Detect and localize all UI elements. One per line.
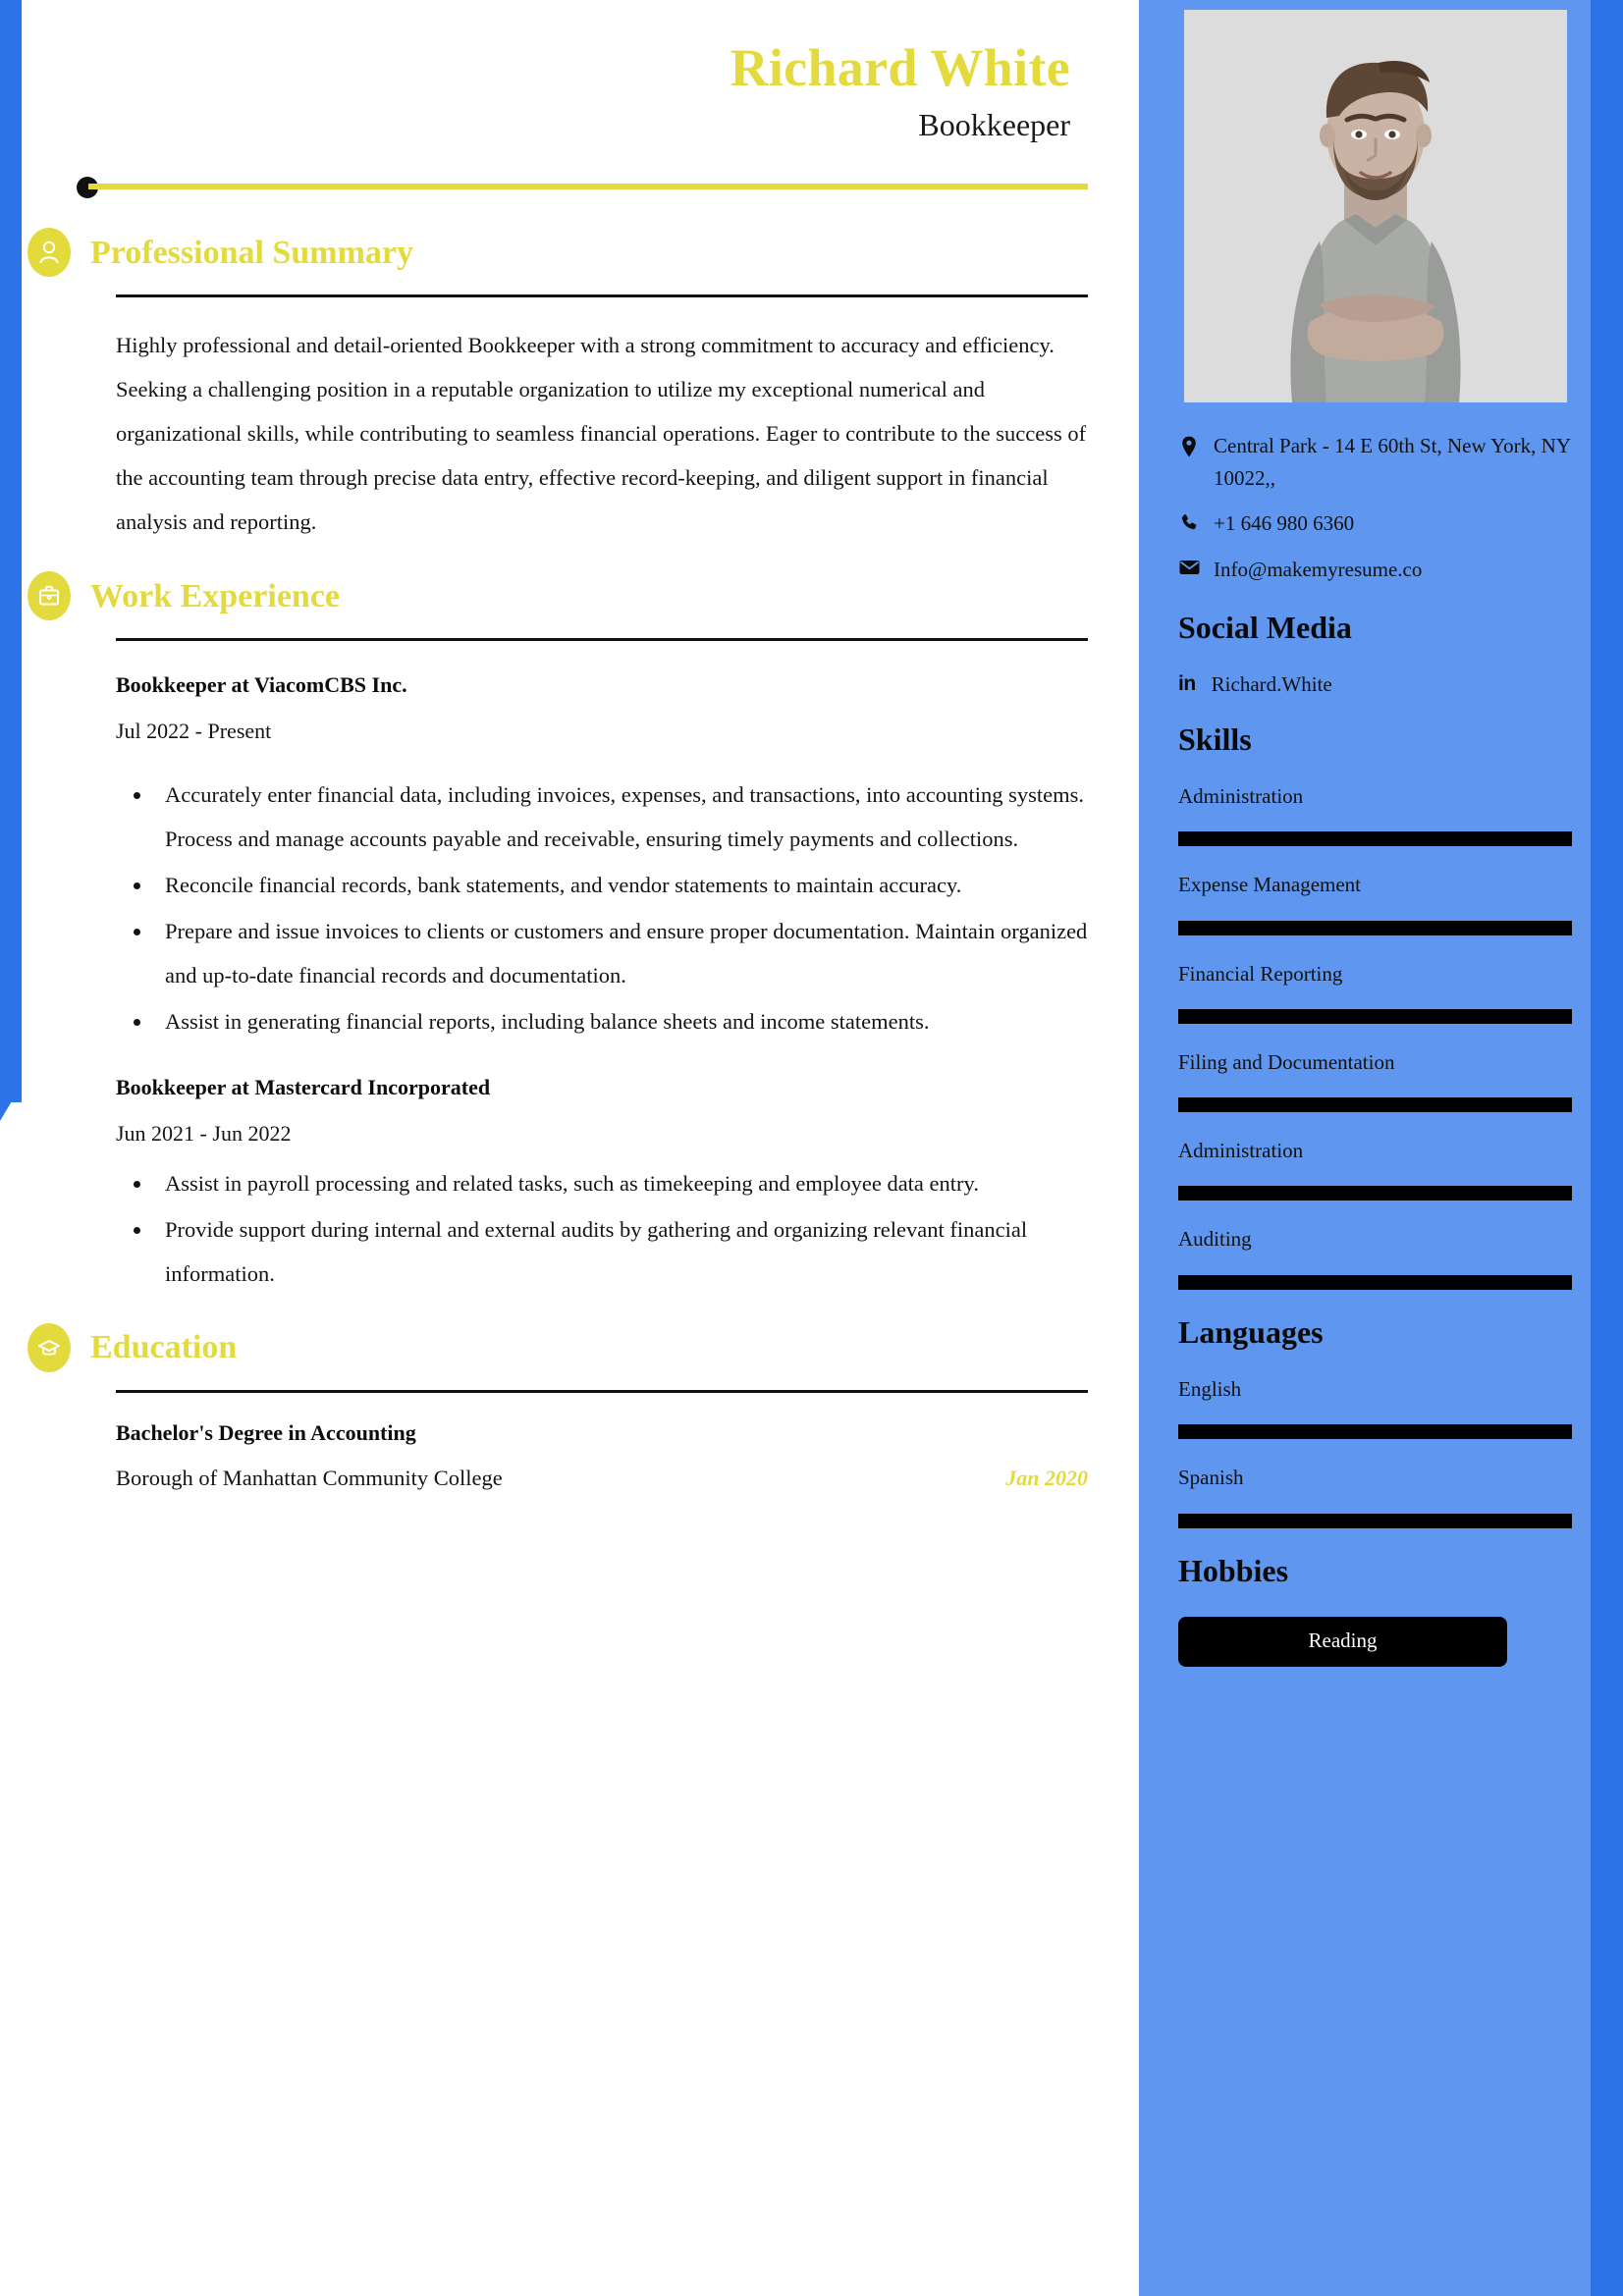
skill-level-bar [1178,1008,1572,1024]
contact-phone: +1 646 980 6360 [1178,507,1572,540]
left-blue-stripe [0,0,22,1102]
social-handle: Richard.White [1211,671,1332,696]
job-bullet-list: Assist in payroll processing and related… [153,1161,1088,1296]
language-item: Spanish [1178,1465,1572,1528]
skills-title: Skills [1178,721,1252,757]
skill-level-bar [1178,1274,1572,1290]
section-rule [116,294,1088,298]
language-level-bar [1178,1424,1572,1440]
right-blue-stripe [1591,0,1623,2296]
section-header: Professional Summary [0,228,1108,278]
candidate-role: Bookkeeper [918,107,1070,143]
job-bullet: Assist in generating financial reports, … [153,999,1088,1043]
education-detail-row: Borough of Manhattan Community College J… [116,1466,1088,1491]
phone-icon [1178,507,1200,532]
job-date: Jun 2021 - Jun 2022 [116,1120,292,1146]
skill-level-bar [1178,1186,1572,1201]
language-level-bar [1178,1513,1572,1528]
skill-label: Administration [1178,783,1304,808]
section-title: Education [90,1328,238,1365]
skill-item: Filing and Documentation [1178,1049,1572,1113]
language-label: Spanish [1178,1466,1244,1490]
social-item-linkedin[interactable]: in Richard.White [1178,672,1572,697]
section-title: Professional Summary [90,234,413,271]
contact-email: Info@makemyresume.co [1178,554,1572,586]
section-rule [116,1389,1088,1393]
person-icon [27,228,71,278]
skill-item: Expense Management [1178,872,1572,935]
section-education: Education Bachelor's Degree in Accountin… [0,1322,1108,1491]
section-header: Education [0,1322,1108,1372]
job-bullet: Accurately enter financial data, includi… [153,773,1088,861]
header-divider [77,175,1088,200]
contact-address: Central Park - 14 E 60th St, New York, N… [1178,430,1572,494]
hobby-tag: Reading [1178,1617,1507,1668]
job-entry: Bookkeeper at Mastercard Incorporated Ju… [116,1073,1088,1296]
skill-level-bar [1178,831,1572,847]
section-header: Work Experience [0,571,1108,621]
languages-title: Languages [1178,1313,1324,1350]
skill-item: Auditing [1178,1226,1572,1290]
skill-item: Financial Reporting [1178,961,1572,1024]
skill-level-bar [1178,920,1572,935]
skill-item: Administration [1178,783,1572,847]
section-professional-summary: Professional Summary Highly professional… [0,228,1108,544]
job-bullet: Reconcile financial records, bank statem… [153,863,1088,907]
contact-address-text: Central Park - 14 E 60th St, New York, N… [1214,434,1571,490]
section-rule [116,638,1088,642]
social-media-title: Social Media [1178,610,1352,646]
resume-header: Richard White Bookkeeper [0,0,1108,143]
education-school: Borough of Manhattan Community College [116,1465,503,1490]
skill-label: Expense Management [1178,873,1362,897]
sidebar: Central Park - 14 E 60th St, New York, N… [1139,0,1623,2296]
job-bullet: Prepare and issue invoices to clients or… [153,909,1088,997]
skills-list: Administration Expense Management Financ… [1178,783,1572,1290]
location-pin-icon [1178,430,1200,457]
education-degree: Bachelor's Degree in Accounting [116,1419,416,1445]
summary-text: Highly professional and detail-oriented … [116,333,1087,535]
contact-phone-text: +1 646 980 6360 [1214,511,1355,536]
education-entry: Bachelor's Degree in Accounting Borough … [116,1420,1088,1491]
language-label: English [1178,1377,1242,1402]
divider-line [88,184,1088,190]
job-bullet: Provide support during internal and exte… [153,1207,1088,1296]
hobbies-list: Reading [1178,1617,1572,1668]
contact-block: Central Park - 14 E 60th St, New York, N… [1178,430,1572,585]
skill-label: Financial Reporting [1178,961,1343,986]
graduation-cap-icon [27,1322,71,1372]
linkedin-icon: in [1178,672,1196,696]
education-date: Jan 2020 [1005,1465,1088,1490]
resume-page: Richard White Bookkeeper Professional Su… [0,0,1623,2296]
candidate-name: Richard White [730,38,1070,97]
section-work-experience: Work Experience Bookkeeper at ViacomCBS … [0,571,1108,1295]
contact-email-text: Info@makemyresume.co [1214,557,1423,581]
job-title: Bookkeeper at Mastercard Incorporated [116,1075,491,1100]
job-date: Jul 2022 - Present [116,719,272,744]
briefcase-icon [27,571,71,621]
language-item: English [1178,1376,1572,1440]
job-bullet: Assist in payroll processing and related… [153,1161,1088,1205]
skill-label: Auditing [1178,1227,1252,1252]
languages-list: English Spanish [1178,1376,1572,1528]
envelope-icon [1178,554,1200,575]
skill-level-bar [1178,1097,1572,1113]
main-column: Richard White Bookkeeper Professional Su… [0,0,1145,2296]
profile-photo [1183,10,1567,402]
skill-item: Administration [1178,1138,1572,1201]
job-entry: Bookkeeper at ViacomCBS Inc. Jul 2022 - … [116,670,1088,1043]
skill-label: Filing and Documentation [1178,1049,1395,1074]
section-title: Work Experience [90,577,341,614]
hobbies-title: Hobbies [1178,1552,1289,1588]
job-title: Bookkeeper at ViacomCBS Inc. [116,672,407,698]
job-bullet-list: Accurately enter financial data, includi… [153,773,1088,1043]
skill-label: Administration [1178,1139,1304,1163]
